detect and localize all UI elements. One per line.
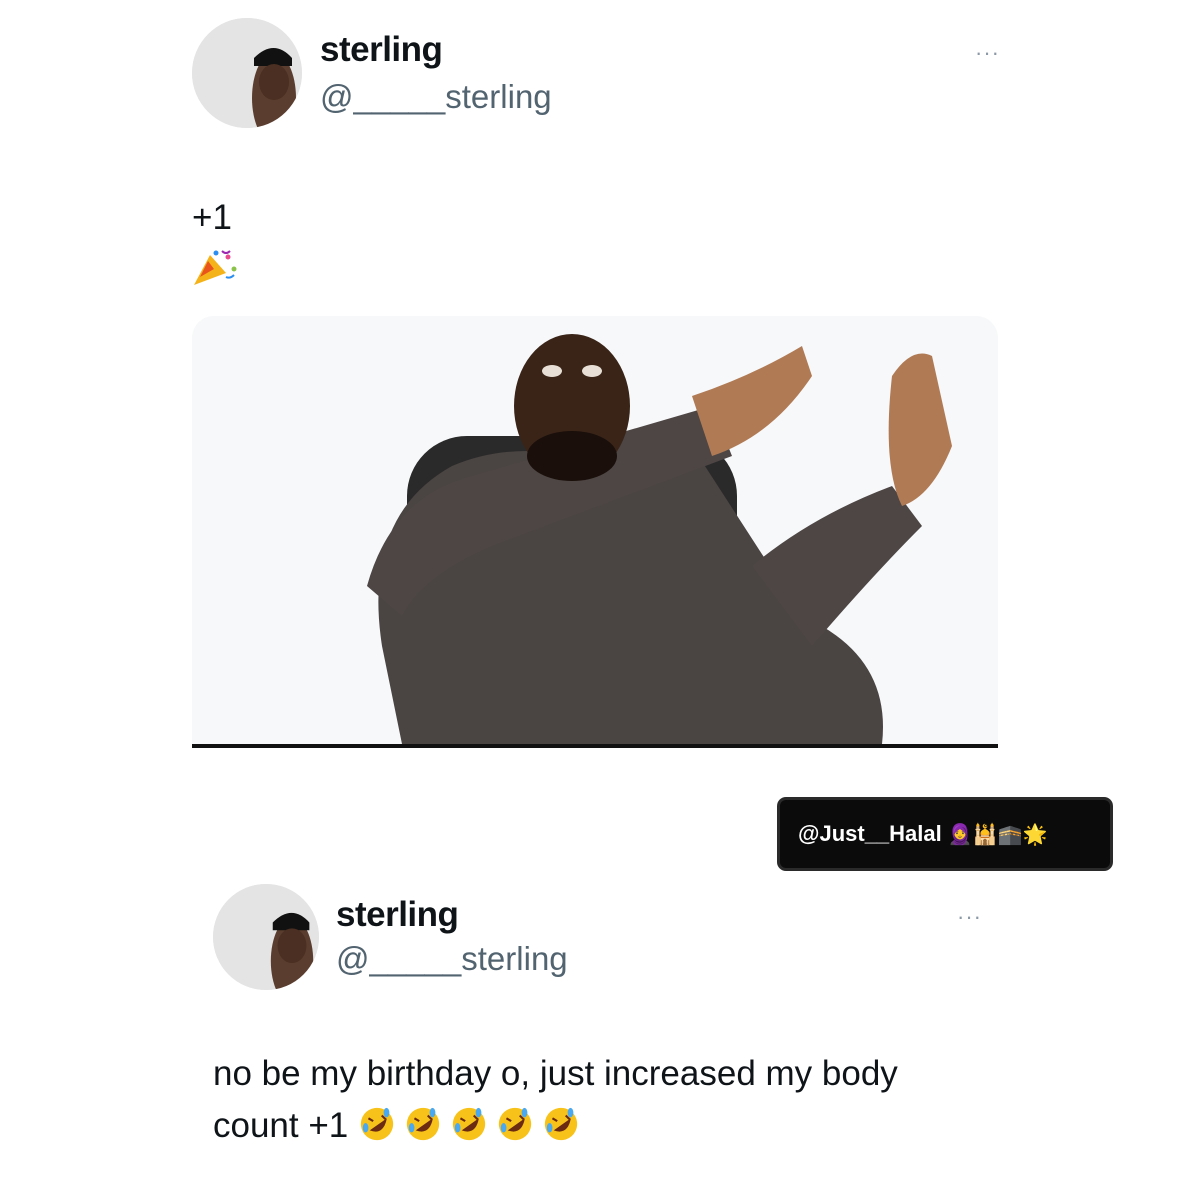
media-illustration	[192, 316, 998, 744]
watermark-emojis: 🧕🕌🕋🌟	[947, 823, 1048, 846]
rolling-laughing-icon	[452, 1107, 486, 1141]
username[interactable]: @_____sterling	[320, 78, 552, 116]
more-options-icon[interactable]: ···	[957, 904, 982, 930]
avatar-image	[192, 18, 302, 128]
tweet-text-line-2: count +1	[213, 1100, 1113, 1152]
tweet-text-value: +1	[192, 198, 232, 237]
avatar[interactable]	[192, 18, 302, 128]
tweet-text: +1	[192, 192, 238, 296]
tweet-media-image[interactable]	[192, 316, 998, 748]
watermark-label: @Just__Halal 🧕🕌🕋🌟	[780, 800, 1110, 868]
laugh-emoji-row	[358, 1106, 588, 1145]
username[interactable]: @_____sterling	[336, 940, 568, 978]
avatar[interactable]	[213, 884, 319, 990]
more-options-icon[interactable]: ···	[975, 40, 1000, 66]
tweet-text-line-2-value: count +1	[213, 1106, 349, 1145]
avatar-image	[213, 884, 319, 990]
party-popper-icon	[194, 250, 237, 285]
display-name[interactable]: sterling	[320, 30, 443, 70]
rolling-laughing-icon	[406, 1107, 440, 1141]
rolling-laughing-icon	[498, 1107, 532, 1141]
tweet-text: no be my birthday o, just increased my b…	[213, 1048, 1113, 1152]
rolling-laughing-icon	[544, 1107, 578, 1141]
display-name[interactable]: sterling	[336, 895, 459, 935]
rolling-laughing-icon	[360, 1107, 394, 1141]
watermark-handle: @Just__Halal	[798, 821, 942, 846]
tweet-text-line-1: no be my birthday o, just increased my b…	[213, 1054, 898, 1093]
